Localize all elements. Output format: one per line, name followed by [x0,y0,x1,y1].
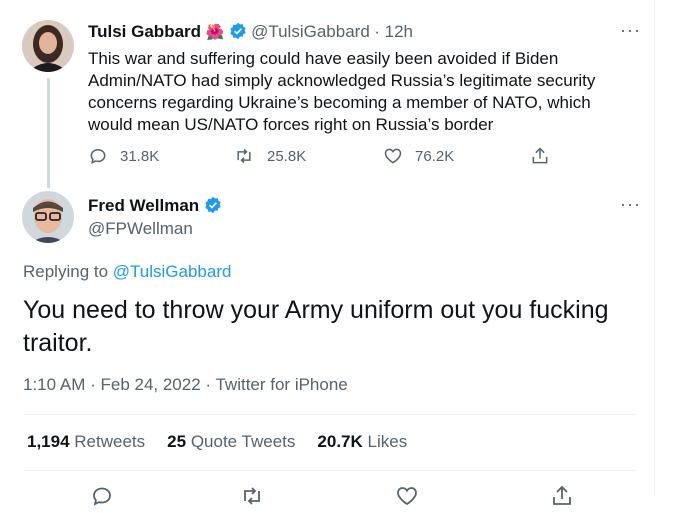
more-options-icon[interactable]: ··· [620,20,641,41]
like-count: 76.2K [415,147,455,165]
heart-icon [397,487,417,506]
retweet-button[interactable]: 25.8K [233,146,306,166]
share-button[interactable] [530,146,562,166]
quote-tweets-stat-count: 25 [167,432,187,451]
tulsi-header: Tulsi Gabbard 🌺 @TulsiGabbard · 12h [88,22,413,45]
replying-prefix: Replying to [23,262,113,281]
tulsi-handle[interactable]: @TulsiGabbard [251,22,370,41]
share-icon [532,147,548,164]
more-options-icon[interactable]: ··· [620,194,641,215]
retweet-count: 25.8K [267,147,307,165]
likes-stat-label: Likes [367,432,408,451]
fred-name[interactable]: Fred Wellman [88,196,199,215]
bottom-share-button[interactable] [550,484,574,513]
retweet-icon [244,487,260,505]
bottom-like-button[interactable] [395,484,419,513]
reply-count: 31.8K [120,147,160,165]
flower-emoji: 🌺 [205,24,225,41]
bottom-retweet-button[interactable] [240,484,264,513]
replying-to: Replying to @TulsiGabbard [23,262,231,282]
heart-icon [384,148,402,164]
fred-handle[interactable]: @FPWellman [88,219,193,239]
reply-icon [93,487,111,506]
bottom-reply-button[interactable] [90,484,114,513]
divider [23,470,637,471]
share-icon [553,485,571,505]
likes-stat-count: 20.7K [317,432,363,451]
reply-icon [90,148,106,164]
quote-tweets-stat[interactable]: 25 Quote Tweets [167,432,295,452]
tweet-timestamp[interactable]: 1:10 AM · Feb 24, 2022 · Twitter for iPh… [23,375,348,395]
replying-handle-link[interactable]: @TulsiGabbard [113,262,232,281]
quote-tweets-stat-label: Quote Tweets [190,432,296,451]
likes-stat[interactable]: 20.7K Likes [317,432,407,452]
tulsi-avatar[interactable] [22,20,74,72]
retweets-stat-count: 1,194 [27,432,70,451]
retweets-stat[interactable]: 1,194 Retweets [27,432,145,452]
thread-line [47,78,50,188]
fred-header: Fred Wellman [88,196,222,219]
like-button[interactable]: 76.2K [383,146,454,166]
reply-tweet-text: You need to throw your Army uniform out … [23,296,609,357]
retweets-stat-label: Retweets [74,432,146,451]
retweet-icon [237,148,251,164]
tulsi-time[interactable]: · 12h [374,22,413,41]
tulsi-name[interactable]: Tulsi Gabbard [88,22,201,41]
tweet-stats: 1,194 Retweets 25 Quote Tweets 20.7K Lik… [27,432,429,452]
divider [23,414,637,415]
original-tweet-text: This war and suffering could have easily… [88,49,596,134]
fred-avatar[interactable] [22,191,74,243]
column-border [654,0,655,495]
reply-button[interactable]: 31.8K [88,146,159,166]
verified-badge-icon [204,196,222,219]
verified-badge-icon [229,22,247,45]
